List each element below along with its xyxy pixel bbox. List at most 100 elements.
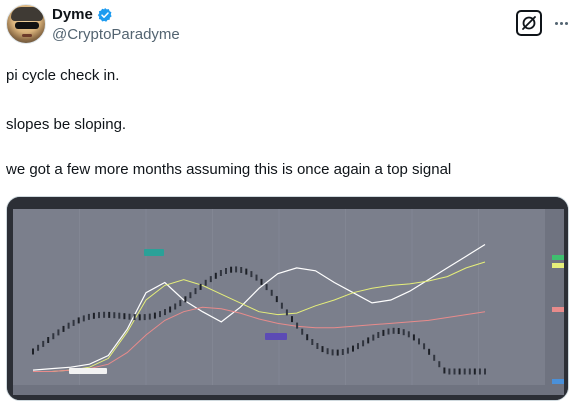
price-candle — [311, 339, 314, 345]
price-candle — [138, 314, 141, 321]
price-candle — [179, 300, 182, 307]
price-candle — [352, 345, 354, 352]
verified-badge-icon — [97, 8, 112, 22]
tweet-text-line-1: pi cycle check in. — [6, 67, 120, 84]
price-candle — [468, 368, 471, 375]
price-candle — [326, 348, 329, 355]
price-candle — [275, 296, 278, 303]
price-candle — [321, 346, 324, 353]
price-candle — [280, 302, 283, 309]
price-candle — [265, 284, 268, 291]
price-candle — [438, 361, 441, 368]
price-candle — [184, 296, 187, 303]
price-candle — [443, 367, 446, 374]
price-candle — [108, 311, 111, 318]
price-candle — [143, 314, 146, 321]
axis-marker-yellow — [552, 263, 564, 268]
price-candle — [87, 313, 90, 320]
author-name-row: Dyme — [52, 6, 113, 24]
tweet-header: Dyme @CryptoParadyme — [0, 0, 576, 60]
price-candle — [428, 348, 431, 355]
price-candle — [362, 340, 365, 347]
more-options-button[interactable] — [552, 10, 570, 36]
pi-cycle-chart — [7, 197, 568, 400]
price-candle — [331, 349, 334, 356]
price-candle — [153, 312, 156, 319]
price-candle — [478, 368, 481, 375]
price-candle — [448, 368, 451, 375]
price-candle — [103, 311, 106, 318]
price-candle — [133, 314, 136, 321]
price-candle — [194, 288, 197, 295]
grok-icon — [522, 16, 536, 30]
price-candle — [336, 349, 339, 356]
price-candle — [189, 292, 192, 299]
avatar-hair — [11, 7, 43, 21]
price-candle — [316, 343, 319, 349]
price-candle — [270, 289, 273, 296]
price-candle — [72, 319, 75, 326]
price-candle — [260, 278, 263, 285]
price-candle — [387, 328, 390, 335]
price-candle — [235, 266, 238, 273]
price-candle — [397, 328, 400, 334]
price-candle — [37, 344, 40, 351]
price-candle — [82, 315, 85, 322]
price-candle — [52, 333, 55, 340]
chart-label-teal — [144, 249, 164, 256]
price-candle — [219, 270, 222, 276]
price-candle — [62, 325, 65, 332]
price-candle — [128, 313, 131, 320]
tweet-text-line-3: we got a few more months assuming this i… — [6, 161, 452, 178]
price-candle — [433, 354, 436, 361]
price-candle — [367, 337, 370, 344]
price-candle — [473, 368, 476, 375]
grok-button[interactable] — [516, 10, 542, 36]
price-candle — [392, 327, 395, 334]
price-candle — [77, 317, 80, 324]
price-candle — [458, 368, 461, 375]
author-display-name[interactable]: Dyme — [52, 6, 93, 24]
avatar-glasses — [15, 22, 39, 29]
tweet-media-chart[interactable] — [6, 196, 569, 401]
price-candle — [402, 329, 405, 336]
price-candle — [214, 272, 217, 279]
price-candle — [204, 279, 207, 286]
author-handle[interactable]: @CryptoParadyme — [52, 26, 180, 44]
price-candle — [372, 334, 375, 341]
price-candle — [382, 329, 385, 336]
price-candle — [148, 313, 151, 320]
price-candle — [423, 343, 426, 350]
more-options-icon — [554, 21, 558, 25]
price-candle — [240, 267, 243, 273]
price-candle — [92, 312, 95, 319]
chart-price-axis — [545, 209, 564, 385]
price-candle — [296, 322, 299, 329]
chart-time-axis — [13, 385, 564, 395]
price-candle — [113, 312, 116, 319]
price-candle — [250, 271, 253, 278]
price-candle — [377, 332, 380, 338]
price-candle — [209, 276, 212, 283]
price-candle — [67, 322, 70, 329]
price-candle — [225, 268, 227, 274]
price-candle — [47, 337, 50, 343]
price-candle — [407, 331, 410, 338]
price-candle — [301, 328, 304, 335]
price-candle — [245, 268, 248, 275]
price-candle — [285, 309, 288, 316]
price-candle — [57, 329, 60, 336]
author-avatar[interactable] — [6, 4, 46, 44]
price-candle — [174, 303, 177, 310]
price-candle — [418, 338, 420, 345]
chart-label-purple — [265, 333, 287, 340]
price-candle — [291, 316, 293, 323]
price-candle — [357, 343, 359, 350]
price-candle — [123, 313, 126, 320]
price-candle — [484, 368, 486, 375]
price-candle — [169, 306, 172, 313]
price-candle — [199, 283, 202, 290]
price-candle — [32, 348, 34, 355]
price-candle — [164, 309, 166, 316]
tweet-text-line-2: slopes be sloping. — [6, 116, 127, 133]
